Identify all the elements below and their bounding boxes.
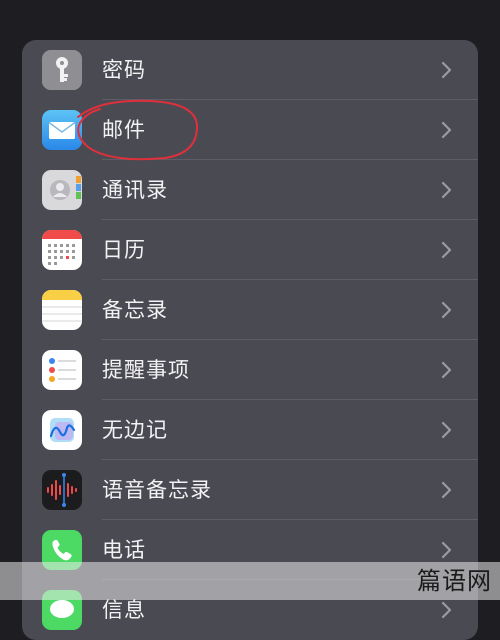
settings-item-voice-memos[interactable]: 语音备忘录: [22, 460, 478, 520]
chevron-right-icon: [441, 181, 452, 199]
settings-item-label: 语音备忘录: [102, 478, 212, 502]
settings-item-contacts[interactable]: 通讯录: [22, 160, 478, 220]
watermark: 篇语网: [417, 567, 492, 595]
chevron-right-icon: [441, 481, 452, 499]
chevron-right-icon: [441, 601, 452, 619]
settings-item-reminders[interactable]: 提醒事项: [22, 340, 478, 400]
settings-item-label: 无边记: [102, 418, 168, 442]
chevron-right-icon: [441, 301, 452, 319]
settings-item-label: 提醒事项: [102, 358, 190, 382]
voice-memos-icon: [42, 470, 82, 510]
mail-icon: [42, 110, 82, 150]
settings-item-label: 密码: [102, 58, 146, 82]
contacts-icon: [42, 170, 82, 210]
settings-list: 密码 邮件 通讯录 日历 备忘录 提醒事项 无边记 语音备忘录 电话 信息: [22, 40, 478, 640]
notes-icon: [42, 290, 82, 330]
settings-item-label: 日历: [102, 238, 146, 262]
key-icon: [42, 50, 82, 90]
settings-item-mail[interactable]: 邮件: [22, 100, 478, 160]
settings-item-passwords[interactable]: 密码: [22, 40, 478, 100]
chevron-right-icon: [441, 541, 452, 559]
settings-item-freeform[interactable]: 无边记: [22, 400, 478, 460]
settings-item-notes[interactable]: 备忘录: [22, 280, 478, 340]
chevron-right-icon: [441, 241, 452, 259]
reminders-icon: [42, 350, 82, 390]
chevron-right-icon: [441, 361, 452, 379]
chevron-right-icon: [441, 61, 452, 79]
settings-item-label: 通讯录: [102, 178, 168, 202]
settings-item-label: 邮件: [102, 118, 146, 142]
settings-item-label: 备忘录: [102, 298, 168, 322]
chevron-right-icon: [441, 421, 452, 439]
freeform-icon: [42, 410, 82, 450]
settings-item-calendar[interactable]: 日历: [22, 220, 478, 280]
chevron-right-icon: [441, 121, 452, 139]
calendar-icon: [42, 230, 82, 270]
